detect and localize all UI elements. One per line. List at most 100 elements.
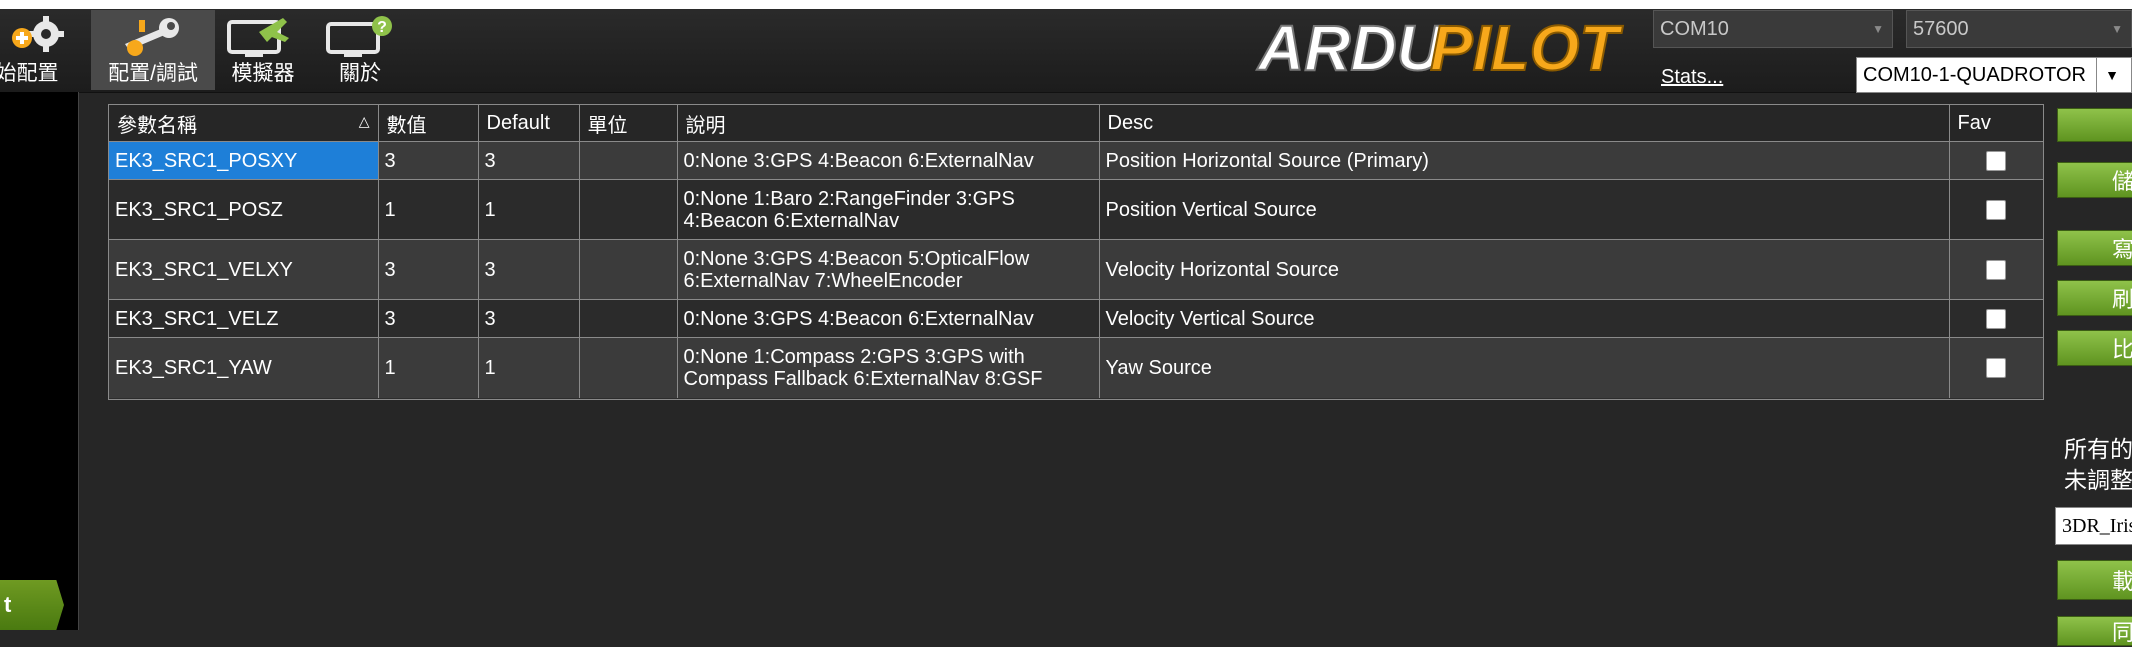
table-row[interactable]: EK3_SRC1_POSXY 3 3 0:None 3:GPS 4:Beacon… — [109, 141, 2043, 180]
column-header-desc-label: Desc — [1107, 111, 1154, 134]
reset-button[interactable]: 同 — [2057, 616, 2132, 646]
button-label: 載 — [2112, 569, 2132, 594]
config-file-select[interactable]: 3DR_Iris — [2055, 507, 2132, 545]
param-name-cell[interactable]: EK3_SRC1_POSXY — [109, 141, 379, 180]
logo-text-ardu: ARDU — [1256, 12, 1445, 82]
param-name-cell[interactable]: EK3_SRC1_VELZ — [109, 299, 379, 338]
table-header-row: 參數名稱 △ 數值 Default 單位 說明 Desc Fav — [109, 105, 2043, 142]
table-row[interactable]: EK3_SRC1_VELZ 3 3 0:None 3:GPS 4:Beacon … — [109, 299, 2043, 338]
column-header-units[interactable]: 單位 — [579, 105, 678, 142]
param-value-cell[interactable]: 1 — [378, 337, 479, 398]
dropdown-arrow-icon: ▼ — [2096, 58, 2127, 92]
com-port-value: COM10 — [1660, 17, 1729, 40]
param-options-cell: 0:None 3:GPS 4:Beacon 6:ExternalNav — [677, 141, 1100, 180]
param-value-cell[interactable]: 1 — [378, 179, 479, 240]
param-desc-cell: Position Vertical Source — [1099, 179, 1950, 240]
parameter-grid: 參數名稱 △ 數值 Default 單位 說明 Desc Fav EK3_SRC… — [108, 104, 2044, 400]
param-options-cell: 0:None 3:GPS 4:Beacon 5:OpticalFlow 6:Ex… — [677, 239, 1100, 300]
table-row[interactable]: EK3_SRC1_YAW 1 1 0:None 1:Compass 2:GPS … — [109, 337, 2043, 398]
column-header-units-label: 單位 — [587, 114, 628, 137]
toolbar-simulator-button[interactable]: 模擬器 — [222, 10, 304, 90]
fav-cell[interactable] — [1949, 141, 2043, 180]
column-header-fav[interactable]: Fav — [1949, 105, 2043, 142]
fav-checkbox[interactable] — [1986, 358, 2007, 379]
column-header-name[interactable]: 參數名稱 △ — [109, 105, 379, 142]
param-desc-cell: Position Horizontal Source (Primary) — [1099, 141, 1950, 180]
fav-cell[interactable] — [1949, 299, 2043, 338]
param-value-cell[interactable]: 3 — [378, 299, 479, 338]
column-header-name-label: 參數名稱 — [117, 114, 197, 137]
left-sidebar — [0, 92, 79, 630]
fav-cell[interactable] — [1949, 239, 2043, 300]
column-header-fav-label: Fav — [1957, 111, 1991, 134]
svg-text:?: ? — [377, 19, 387, 36]
baud-rate-value: 57600 — [1913, 17, 1969, 40]
fav-cell[interactable] — [1949, 179, 2043, 240]
fav-checkbox[interactable] — [1986, 200, 2007, 221]
toolbar-config-tuning-button[interactable]: 配置/調試 — [91, 10, 215, 90]
param-default-cell: 1 — [478, 179, 580, 240]
column-header-default[interactable]: Default — [478, 105, 580, 142]
monitor-plane-icon — [227, 18, 289, 57]
toolbar-about-button[interactable]: ? 關於 — [318, 10, 402, 90]
param-default-cell: 3 — [478, 299, 580, 338]
toolbar-initial-setup-button[interactable]: 始配置 — [0, 10, 76, 90]
param-units-cell — [579, 299, 678, 338]
stats-link[interactable]: Stats... — [1661, 66, 1723, 89]
param-name-cell[interactable]: EK3_SRC1_YAW — [109, 337, 379, 398]
parameter-table: 參數名稱 △ 數值 Default 單位 說明 Desc Fav EK3_SRC… — [109, 105, 2043, 398]
write-params-button[interactable]: 寫 — [2057, 230, 2132, 266]
load-button[interactable]: 載 — [2057, 560, 2132, 600]
wrench-icon — [125, 18, 179, 56]
save-button[interactable]: 儲 — [2057, 162, 2132, 198]
fav-checkbox[interactable] — [1986, 309, 2007, 330]
compare-params-button[interactable]: 比 — [2057, 330, 2132, 366]
sidebar-tab-label: t — [4, 592, 12, 617]
sidebar-tab[interactable]: t — [0, 580, 64, 630]
sort-ascending-icon: △ — [358, 113, 370, 129]
fav-checkbox[interactable] — [1986, 151, 2007, 172]
right-panel-text-line1: 所有的 — [2064, 436, 2132, 462]
param-name-cell[interactable]: EK3_SRC1_POSZ — [109, 179, 379, 240]
table-row[interactable]: EK3_SRC1_VELXY 3 3 0:None 3:GPS 4:Beacon… — [109, 239, 2043, 300]
fav-checkbox[interactable] — [1986, 260, 2007, 281]
refresh-params-button[interactable]: 刷 — [2057, 280, 2132, 316]
column-header-desc[interactable]: Desc — [1099, 105, 1950, 142]
right-action-button[interactable] — [2057, 108, 2132, 142]
param-units-cell — [579, 141, 678, 180]
param-options-cell: 0:None 1:Compass 2:GPS 3:GPS with Compas… — [677, 337, 1100, 398]
param-desc-cell: Velocity Horizontal Source — [1099, 239, 1950, 300]
column-header-value-label: 數值 — [386, 114, 427, 137]
param-name-cell[interactable]: EK3_SRC1_VELXY — [109, 239, 379, 300]
param-options-cell: 0:None 3:GPS 4:Beacon 6:ExternalNav — [677, 299, 1100, 338]
param-units-cell — [579, 179, 678, 240]
button-label: 儲 — [2112, 169, 2132, 194]
param-default-cell: 1 — [478, 337, 580, 398]
table-row[interactable]: EK3_SRC1_POSZ 1 1 0:None 1:Baro 2:RangeF… — [109, 179, 2043, 240]
button-label: 同 — [2112, 620, 2132, 645]
button-label: 寫 — [2112, 237, 2132, 262]
toolbar-label: 始配置 — [0, 62, 59, 85]
column-header-value[interactable]: 數值 — [378, 105, 479, 142]
column-header-default-label: Default — [486, 111, 550, 134]
column-header-options[interactable]: 說明 — [677, 105, 1100, 142]
monitor-help-icon: ? — [326, 16, 392, 57]
com-port-select[interactable]: COM10 ▼ — [1653, 10, 1893, 48]
toolbar-label: 模擬器 — [231, 62, 295, 85]
param-units-cell — [579, 239, 678, 300]
toolbar-label: 關於 — [339, 62, 381, 85]
chevron-down-icon: ▼ — [1872, 22, 1884, 36]
param-desc-cell: Yaw Source — [1099, 337, 1950, 398]
param-value-cell[interactable]: 3 — [378, 141, 479, 180]
fav-cell[interactable] — [1949, 337, 2043, 398]
param-value-cell[interactable]: 3 — [378, 239, 479, 300]
link-select[interactable]: COM10-1-QUADROTOR ▼ — [1856, 57, 2132, 93]
right-panel-text-line2: 未調整 — [2064, 467, 2132, 493]
param-units-cell — [579, 337, 678, 398]
param-default-cell: 3 — [478, 141, 580, 180]
param-desc-cell: Velocity Vertical Source — [1099, 299, 1950, 338]
config-file-value: 3DR_Iris — [2062, 514, 2132, 537]
logo-text-pilot: PILOT — [1430, 12, 1623, 82]
ardupilot-logo: ARDU PILOT — [1255, 12, 1624, 82]
baud-rate-select[interactable]: 57600 ▼ — [1906, 10, 2132, 48]
